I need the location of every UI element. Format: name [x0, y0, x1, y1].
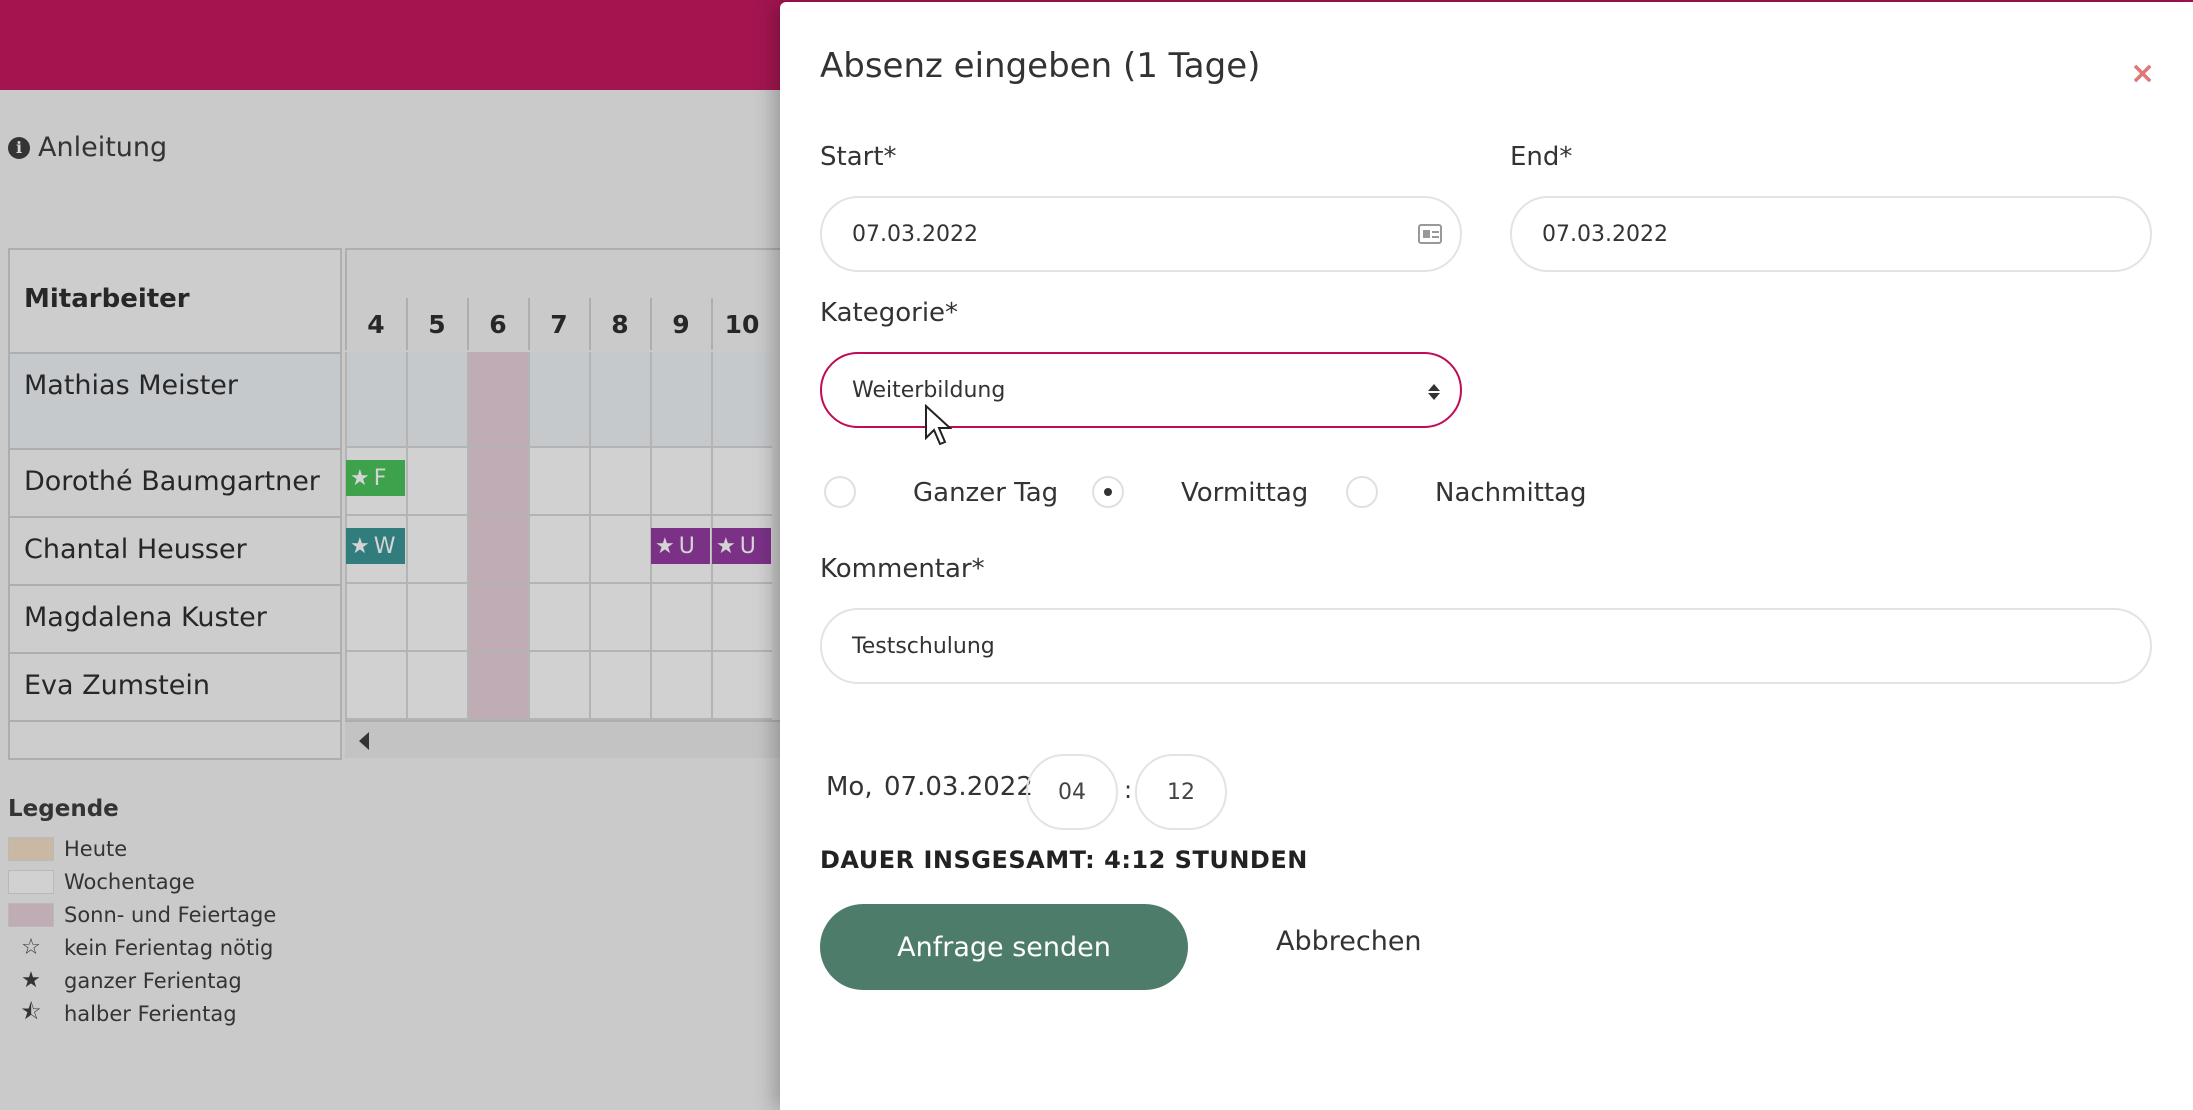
category-value: Weiterbildung	[852, 377, 1006, 403]
calendar-icon[interactable]	[1418, 224, 1442, 244]
comment-label: Kommentar*	[820, 554, 985, 584]
radio-full-day-label[interactable]: Ganzer Tag	[913, 478, 1058, 508]
dialog-title: Absenz eingeben (1 Tage)	[820, 46, 1261, 86]
absence-dialog: Absenz eingeben (1 Tage) × Start* End* 0…	[780, 2, 2193, 1110]
date-label: 07.03.2022	[884, 772, 1033, 802]
radio-full-day[interactable]	[824, 476, 856, 508]
hours-input[interactable]: 04	[1026, 754, 1118, 830]
start-date-input[interactable]: 07.03.2022	[820, 196, 1462, 272]
time-separator: :	[1124, 776, 1133, 804]
radio-afternoon-label[interactable]: Nachmittag	[1435, 478, 1587, 508]
start-date-value: 07.03.2022	[852, 221, 978, 247]
end-date-input[interactable]: 07.03.2022	[1510, 196, 2152, 272]
radio-morning[interactable]	[1092, 476, 1124, 508]
close-icon[interactable]: ×	[2130, 56, 2155, 91]
start-label: Start*	[820, 142, 897, 172]
weekday-label: Mo,	[826, 772, 873, 802]
radio-afternoon[interactable]	[1346, 476, 1378, 508]
category-label: Kategorie*	[820, 298, 959, 328]
category-select[interactable]: Weiterbildung	[820, 352, 1462, 428]
total-duration: DAUER INSGESAMT: 4:12 STUNDEN	[820, 846, 1308, 874]
cancel-button[interactable]: Abbrechen	[1276, 926, 1422, 957]
end-label: End*	[1510, 142, 1573, 172]
comment-value: Testschulung	[852, 633, 995, 659]
minutes-input[interactable]: 12	[1135, 754, 1227, 830]
comment-input[interactable]: Testschulung	[820, 608, 2152, 684]
radio-morning-label[interactable]: Vormittag	[1181, 478, 1308, 508]
submit-request-button[interactable]: Anfrage senden	[820, 904, 1188, 990]
select-arrows-icon	[1428, 382, 1440, 402]
end-date-value: 07.03.2022	[1542, 221, 1668, 247]
mouse-cursor-icon	[925, 404, 952, 446]
